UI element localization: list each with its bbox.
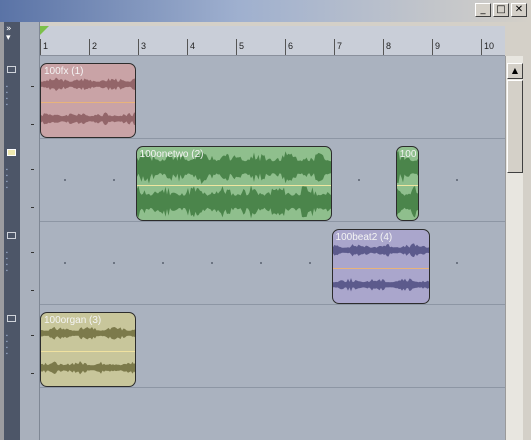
grid-dot xyxy=(113,262,115,264)
grid-dot xyxy=(211,262,213,264)
waveform-channel xyxy=(332,278,429,292)
ruler-tick xyxy=(138,39,139,55)
ruler-tick-label: 3 xyxy=(141,41,147,51)
volume-marker xyxy=(31,86,34,87)
lane-divider xyxy=(40,138,505,139)
ruler-tick-label: 7 xyxy=(337,41,343,51)
grid-dot xyxy=(309,262,311,264)
ruler-tick-label: 5 xyxy=(239,41,245,51)
track-meter: ▪ ▪ ▪ ▪ xyxy=(6,167,8,191)
waveform-channel xyxy=(396,186,419,218)
volume-marker xyxy=(31,124,34,125)
ruler-tick xyxy=(481,39,482,55)
ruler-tick-label: 2 xyxy=(92,41,98,51)
waveform-channel xyxy=(41,77,135,91)
track-volume-column xyxy=(20,22,40,440)
clip-100onetwo[interactable]: 100onetwo (2) xyxy=(135,146,332,221)
playhead-marker-icon[interactable] xyxy=(40,26,49,35)
ruler-tick xyxy=(432,39,433,55)
ruler-tick-label: 1 xyxy=(43,41,49,51)
clip-100fx[interactable]: 100fx (1) xyxy=(40,63,136,138)
waveform-channel xyxy=(41,326,135,340)
clip-center-line xyxy=(136,184,331,186)
clip-100organ[interactable]: 100organ (3) xyxy=(40,312,136,387)
clip-label: 100onetwo (2) xyxy=(139,149,204,160)
volume-marker xyxy=(31,373,34,374)
grid-dot xyxy=(64,262,66,264)
ruler-tick xyxy=(334,39,335,55)
volume-marker xyxy=(31,207,34,208)
grid-dot xyxy=(358,179,360,181)
minimize-button[interactable]: _ xyxy=(475,3,491,17)
clip-center-line xyxy=(41,101,135,103)
clip-label: 100fx (1) xyxy=(44,66,84,77)
scroll-up-arrow-icon[interactable]: ▲ xyxy=(507,63,523,79)
grid-dot xyxy=(113,179,115,181)
ruler-tick-label: 6 xyxy=(288,41,294,51)
volume-marker xyxy=(31,169,34,170)
clip-label: 100beat2 (4) xyxy=(335,232,393,243)
ruler-tick xyxy=(285,39,286,55)
clip-label: 100organ (3) xyxy=(44,315,102,326)
ruler-tick-label: 8 xyxy=(386,41,392,51)
right-border xyxy=(523,22,531,440)
ruler-tick xyxy=(236,39,237,55)
track-meter: ▪ ▪ ▪ ▪ xyxy=(6,333,8,357)
grid-dot xyxy=(162,262,164,264)
track-meter: ▪ ▪ ▪ ▪ xyxy=(6,84,8,108)
clip-100beat2[interactable]: 100beat2 (4) xyxy=(331,229,430,304)
maximize-button[interactable]: □ xyxy=(493,3,509,17)
waveform-channel xyxy=(41,361,135,375)
waveform-channel xyxy=(136,185,331,219)
volume-marker xyxy=(31,252,34,253)
clip-label: 100 xyxy=(399,149,417,160)
ruler-tick-label: 9 xyxy=(435,41,441,51)
timeline-area[interactable]: 100fx (1) 100onetwo (2) 100 100beat2 (4) 100… xyxy=(40,56,505,440)
track-select-icon[interactable] xyxy=(7,232,16,239)
scroll-thumb[interactable] xyxy=(507,80,523,173)
window-controls: _ □ ✕ xyxy=(475,3,527,17)
time-ruler[interactable]: 1 2 3 4 5 6 7 8 9 10 xyxy=(40,26,505,56)
ruler-tick xyxy=(187,39,188,55)
grid-dot xyxy=(260,262,262,264)
track-select-icon[interactable] xyxy=(7,315,16,322)
title-bar: _ □ ✕ xyxy=(0,0,531,22)
grid-dot xyxy=(456,262,458,264)
expand-chevron-icon[interactable]: » ▾ xyxy=(6,25,12,43)
volume-marker xyxy=(31,335,34,336)
waveform-channel xyxy=(41,112,135,126)
ruler-tick xyxy=(40,39,41,55)
grid-dot xyxy=(456,179,458,181)
ruler-tick-label: 4 xyxy=(190,41,196,51)
ruler-tick-label: 10 xyxy=(484,41,495,51)
grid-dot xyxy=(64,179,66,181)
ruler-tick xyxy=(89,39,90,55)
expand-glyph: » xyxy=(6,24,12,34)
clip-center-line xyxy=(41,350,135,352)
clip-center-line xyxy=(396,184,419,186)
lane-divider xyxy=(40,221,505,222)
close-button[interactable]: ✕ xyxy=(511,3,527,17)
ruler-tick xyxy=(383,39,384,55)
clip-100onetwo-b[interactable]: 100 xyxy=(395,146,420,221)
track-select-icon[interactable] xyxy=(7,149,16,156)
track-meter: ▪ ▪ ▪ ▪ xyxy=(6,250,8,274)
track-select-icon[interactable] xyxy=(7,66,16,73)
clip-center-line xyxy=(332,267,429,269)
waveform-channel xyxy=(332,243,429,258)
vertical-scrollbar[interactable]: ▲ xyxy=(505,56,523,440)
lane-divider xyxy=(40,304,505,305)
lane-divider xyxy=(40,387,505,388)
volume-marker xyxy=(31,290,34,291)
